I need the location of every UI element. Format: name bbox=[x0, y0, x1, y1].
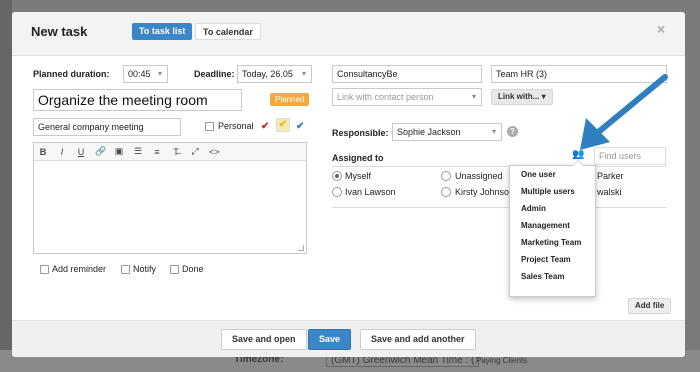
add-file-button[interactable]: Add file bbox=[628, 298, 672, 314]
dropdown-item-one-user[interactable]: One user bbox=[521, 170, 556, 179]
red-check-icon[interactable]: ✔ bbox=[261, 121, 269, 132]
description-editor[interactable]: B I U 🔗 ▣ ☰ ≡ T̶ ⤢ <> bbox=[33, 142, 307, 254]
assignee-parker-label[interactable]: Parker bbox=[597, 171, 624, 181]
personal-checkbox[interactable] bbox=[205, 122, 214, 131]
save-button[interactable]: Save bbox=[308, 329, 352, 350]
add-reminder-label: Add reminder bbox=[52, 264, 107, 274]
dropdown-item-project-team[interactable]: Project Team bbox=[521, 255, 571, 264]
notify-label: Notify bbox=[133, 264, 157, 274]
chevron-down-icon: ▾ bbox=[491, 127, 496, 136]
numbered-list-icon[interactable]: ≡ bbox=[152, 147, 162, 157]
divider bbox=[332, 166, 667, 167]
chevron-down-icon: ▾ bbox=[301, 69, 306, 78]
task-title-input[interactable]: Organize the meeting room bbox=[33, 89, 242, 111]
personal-label: Personal bbox=[218, 121, 254, 131]
link-with-label: Link with... bbox=[498, 92, 540, 101]
bullet-list-icon[interactable]: ☰ bbox=[133, 146, 143, 157]
blue-check-icon[interactable]: ✔ bbox=[296, 121, 304, 132]
dialog-footer: Save and open Save Save and add another bbox=[12, 320, 685, 357]
assignee-myself-radio[interactable] bbox=[332, 171, 342, 181]
assignee-kirsty-radio[interactable] bbox=[441, 187, 451, 197]
dropdown-item-multiple-users[interactable]: Multiple users bbox=[521, 187, 575, 196]
assigned-to-label: Assigned to bbox=[332, 153, 384, 163]
dialog-title: New task bbox=[31, 24, 88, 39]
annotation-arrow-icon bbox=[580, 74, 668, 150]
planned-duration-value: 00:45 bbox=[128, 69, 151, 79]
chevron-down-icon: ▾ bbox=[541, 92, 546, 101]
status-badge[interactable]: Planned bbox=[270, 93, 310, 106]
underline-icon[interactable]: U bbox=[76, 147, 86, 157]
yellow-check-icon[interactable]: ✔ bbox=[276, 118, 290, 132]
deadline-value: Today, 26.05 bbox=[242, 69, 293, 79]
background-sidebar bbox=[0, 0, 12, 372]
notify-checkbox[interactable] bbox=[121, 265, 130, 274]
chevron-down-icon: ▾ bbox=[471, 92, 476, 101]
assignee-unassigned-label: Unassigned bbox=[455, 171, 503, 181]
assignee-myself-label: Myself bbox=[345, 171, 372, 181]
dropdown-item-marketing-team[interactable]: Marketing Team bbox=[521, 238, 581, 247]
source-code-icon[interactable]: <> bbox=[209, 147, 220, 157]
chevron-down-icon: ▾ bbox=[157, 69, 162, 78]
category-input[interactable]: General company meeting bbox=[33, 118, 181, 136]
add-reminder-checkbox[interactable] bbox=[40, 265, 49, 274]
link-with-button[interactable]: Link with... ▾ bbox=[491, 89, 553, 105]
clear-format-icon[interactable]: T̶ bbox=[171, 147, 181, 157]
responsible-select[interactable]: Sophie Jackson ▾ bbox=[392, 123, 502, 141]
assignee-unassigned-radio[interactable] bbox=[441, 171, 451, 181]
user-filter-dropdown: One user Multiple users Admin Management… bbox=[509, 160, 596, 297]
save-and-open-button[interactable]: Save and open bbox=[221, 329, 307, 350]
save-and-add-another-button[interactable]: Save and add another bbox=[360, 329, 476, 350]
tab-to-task-list[interactable]: To task list bbox=[132, 23, 193, 40]
fullscreen-icon[interactable]: ⤢ bbox=[190, 146, 200, 157]
background-checkbox-label: Paying Clients bbox=[476, 356, 528, 365]
link-icon[interactable]: 🔗 bbox=[95, 146, 106, 157]
new-task-dialog: New task To task list To calendar × Plan… bbox=[12, 12, 685, 357]
divider bbox=[332, 207, 667, 208]
planned-duration-label: Planned duration: bbox=[33, 69, 110, 79]
dropdown-item-admin[interactable]: Admin bbox=[521, 204, 546, 213]
dialog-header: New task To task list To calendar × bbox=[12, 12, 685, 56]
assignee-walski-label[interactable]: walski bbox=[597, 187, 622, 197]
assignee-ivan-label: Ivan Lawson bbox=[345, 187, 396, 197]
close-icon[interactable]: × bbox=[657, 21, 665, 37]
contact-person-placeholder: Link with contact person bbox=[337, 92, 434, 102]
deadline-label: Deadline: bbox=[194, 69, 235, 79]
editor-toolbar: B I U 🔗 ▣ ☰ ≡ T̶ ⤢ <> bbox=[34, 143, 306, 161]
bold-icon[interactable]: B bbox=[38, 147, 48, 157]
company-input[interactable]: ConsultancyBe bbox=[332, 65, 482, 83]
done-label: Done bbox=[182, 264, 204, 274]
contact-person-select[interactable]: Link with contact person ▾ bbox=[332, 88, 482, 106]
dropdown-item-management[interactable]: Management bbox=[521, 221, 570, 230]
dropdown-item-sales-team[interactable]: Sales Team bbox=[521, 272, 564, 281]
deadline-select[interactable]: Today, 26.05 ▾ bbox=[237, 65, 312, 83]
resize-handle[interactable] bbox=[298, 245, 304, 251]
help-icon[interactable]: ? bbox=[507, 126, 518, 137]
responsible-label: Responsible: bbox=[332, 128, 389, 138]
assignee-ivan-radio[interactable] bbox=[332, 187, 342, 197]
tab-to-calendar[interactable]: To calendar bbox=[195, 23, 261, 40]
planned-duration-select[interactable]: 00:45 ▾ bbox=[123, 65, 168, 83]
assignee-kirsty-label: Kirsty Johnson bbox=[455, 187, 515, 197]
italic-icon[interactable]: I bbox=[57, 147, 67, 157]
responsible-value: Sophie Jackson bbox=[397, 127, 461, 137]
image-icon[interactable]: ▣ bbox=[114, 146, 124, 157]
done-checkbox[interactable] bbox=[170, 265, 179, 274]
